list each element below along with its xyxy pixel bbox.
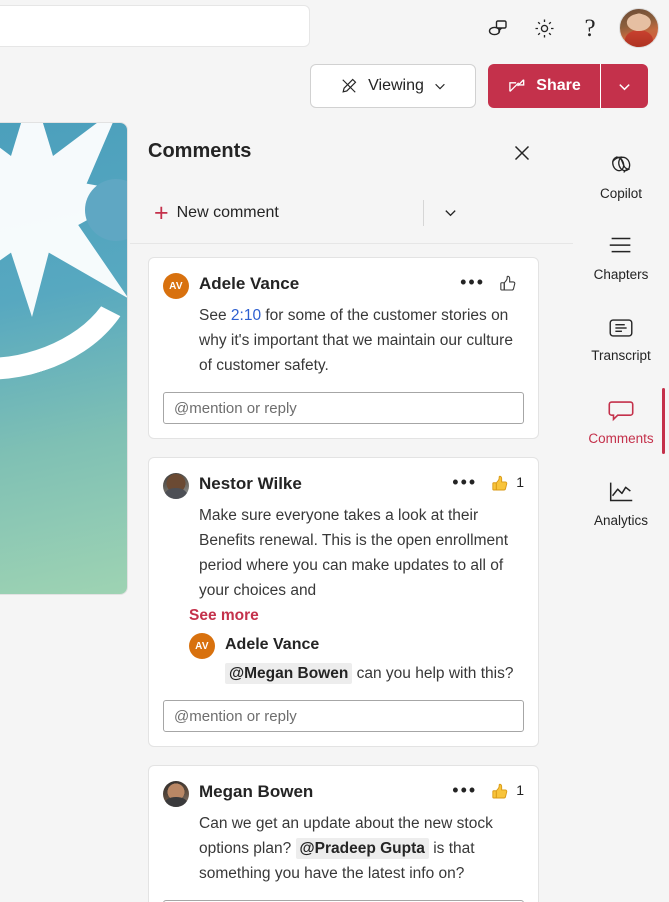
- comment-body: Can we get an update about the new stock…: [199, 811, 524, 886]
- help-question-icon[interactable]: ?: [567, 5, 613, 51]
- share-button[interactable]: Share: [488, 64, 600, 108]
- search-input[interactable]: [0, 5, 310, 47]
- thumbs-up-icon: [492, 475, 508, 490]
- avatar: AV: [163, 273, 189, 299]
- like-button[interactable]: 1: [490, 472, 524, 493]
- avatar: AV: [189, 633, 215, 659]
- comment-reply: AV Adele Vance @Megan Bowen can you help…: [189, 631, 524, 686]
- transcript-icon: [609, 318, 633, 337]
- comment-author: Nestor Wilke: [199, 474, 302, 493]
- reply-text: can you help with this?: [352, 665, 514, 682]
- new-comment-label: New comment: [176, 204, 279, 221]
- see-more-link[interactable]: See more: [189, 607, 259, 625]
- toolbar-divider: [423, 200, 424, 226]
- reply-input[interactable]: [163, 392, 524, 424]
- comment-header: Megan Bowen ••• 1: [163, 779, 524, 807]
- chapters-icon: [609, 237, 631, 252]
- like-button[interactable]: [498, 272, 524, 293]
- rail-item-transcript[interactable]: Transcript: [573, 298, 669, 380]
- comment-header: AV Adele Vance •••: [163, 271, 524, 299]
- like-button[interactable]: 1: [490, 780, 524, 801]
- app-header: ?: [0, 0, 669, 56]
- pen-slash-icon: [342, 78, 357, 93]
- page-title: Comments: [148, 140, 252, 162]
- list-item: AV Adele Vance ••• See 2:10 for some of …: [148, 257, 539, 439]
- help-glyph: ?: [584, 14, 596, 42]
- rail-label: Comments: [588, 430, 654, 446]
- rail-item-chapters[interactable]: Chapters: [573, 216, 669, 298]
- avatar: [163, 473, 189, 499]
- rail-label: Analytics: [593, 512, 649, 528]
- video-thumbnail-title: dership A: [0, 486, 113, 542]
- comment-actions: •••: [457, 271, 524, 293]
- comment-actions: ••• 1: [449, 471, 524, 493]
- like-count: 1: [516, 782, 524, 798]
- comments-toolbar: + New comment •••: [130, 184, 669, 244]
- chevron-down-icon: [444, 209, 456, 216]
- reply-body: @Megan Bowen can you help with this?: [225, 662, 524, 686]
- comment-more-options-button[interactable]: •••: [449, 779, 480, 801]
- settings-gear-icon[interactable]: [521, 5, 567, 51]
- timestamp-link[interactable]: 2:10: [231, 307, 261, 324]
- mention-chip[interactable]: @Pradeep Gupta: [295, 838, 429, 859]
- chevron-down-icon: [435, 83, 445, 90]
- mention-chip[interactable]: @Megan Bowen: [225, 663, 353, 684]
- plus-icon: +: [154, 198, 169, 227]
- share-label: Share: [536, 77, 581, 94]
- comments-list[interactable]: AV Adele Vance ••• See 2:10 for some of …: [130, 245, 573, 902]
- right-rail: Copilot Chapters Transcript Comments Ana…: [573, 118, 669, 902]
- comments-panel: Comments + New comment •••: [130, 118, 669, 902]
- share-options-button[interactable]: [600, 64, 648, 108]
- comment-actions: ••• 1: [449, 779, 524, 801]
- comment-text-before-link: See: [199, 307, 231, 324]
- comment-more-options-button[interactable]: •••: [457, 271, 488, 293]
- comment-author: Megan Bowen: [199, 782, 314, 801]
- list-item: Nestor Wilke ••• 1 Make sure everyone ta…: [148, 457, 539, 747]
- avatar[interactable]: [619, 8, 659, 48]
- reply-header: AV Adele Vance: [189, 631, 524, 659]
- video-title-line-1: dership: [0, 486, 113, 514]
- thumbs-up-icon: [500, 275, 516, 291]
- close-icon[interactable]: [505, 136, 539, 170]
- chevron-down-icon: [619, 83, 630, 90]
- new-comment-button[interactable]: + New comment: [146, 194, 287, 232]
- feedback-icon[interactable]: [475, 5, 521, 51]
- comment-author: Adele Vance: [199, 274, 300, 293]
- video-thumbnail[interactable]: dership A: [0, 122, 128, 595]
- share-icon: [509, 79, 525, 92]
- comment-body: Make sure everyone takes a look at their…: [199, 507, 509, 599]
- viewing-mode-button[interactable]: Viewing: [310, 64, 476, 108]
- command-bar: Viewing Share: [0, 56, 669, 118]
- list-item: Megan Bowen ••• 1 Can we get an update a…: [148, 765, 539, 902]
- comment-body: See 2:10 for some of the customer storie…: [199, 303, 524, 378]
- comments-icon: [608, 400, 634, 421]
- new-comment-options-button[interactable]: [433, 195, 467, 229]
- viewing-label: Viewing: [368, 77, 424, 94]
- rail-label: Chapters: [593, 266, 649, 282]
- like-count: 1: [516, 474, 524, 490]
- reply-author: Adele Vance: [225, 636, 320, 653]
- rail-item-comments[interactable]: Comments: [573, 380, 669, 462]
- copilot-icon: [612, 155, 631, 173]
- comment-more-options-button[interactable]: •••: [449, 471, 480, 493]
- video-title-line-2: A: [0, 514, 113, 542]
- comments-panel-header: Comments: [130, 118, 573, 184]
- reply-input[interactable]: [163, 700, 524, 732]
- comment-header: Nestor Wilke ••• 1: [163, 471, 524, 499]
- active-indicator: [662, 388, 665, 454]
- rail-item-analytics[interactable]: Analytics: [573, 462, 669, 544]
- rail-item-copilot[interactable]: Copilot: [573, 134, 669, 216]
- thumbs-up-icon: [492, 783, 508, 798]
- header-icon-group: ?: [475, 0, 661, 56]
- stream-video-page: ? Viewing Share Comments + New comment A…: [0, 0, 669, 902]
- rail-label: Copilot: [599, 185, 643, 201]
- share-button-group: Share: [488, 64, 648, 108]
- rail-label: Transcript: [591, 347, 651, 363]
- analytics-icon: [609, 482, 633, 501]
- avatar: [163, 781, 189, 807]
